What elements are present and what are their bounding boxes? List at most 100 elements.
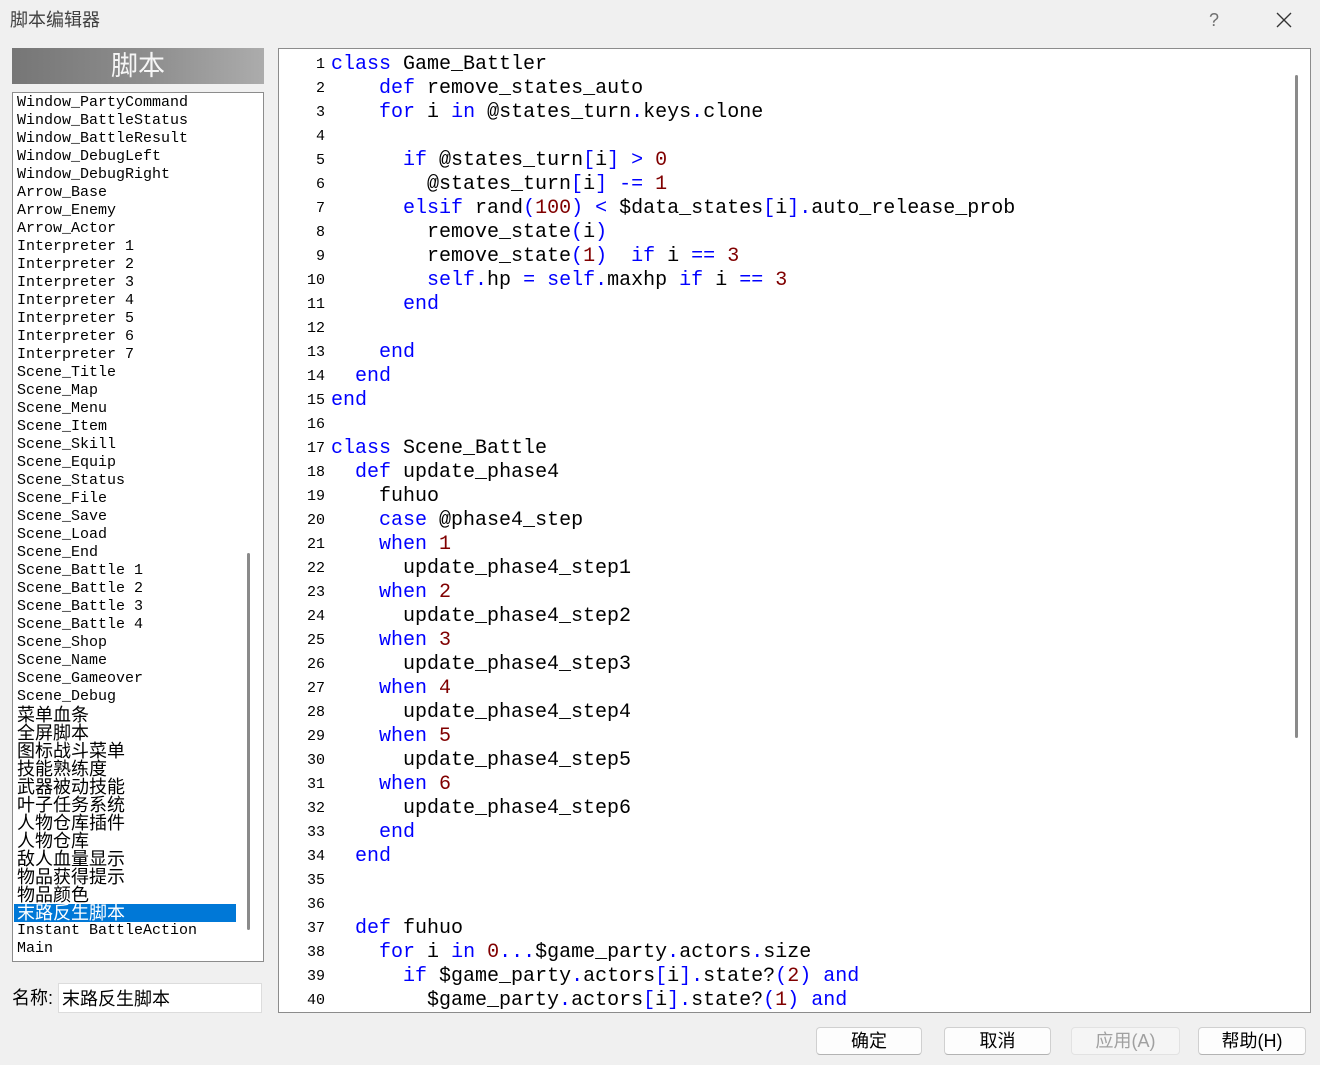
code-line[interactable]: 14 end [279,365,1294,389]
script-list[interactable]: Window_PartyCommand Window_BattleStatus Wi… [12,92,264,962]
script-list-item[interactable]: Scene_Debug [14,688,236,706]
code-text[interactable]: when 3 [331,629,451,653]
script-list-item[interactable]: Scene_Map [14,382,236,400]
code-text[interactable]: update_phase4_step2 [331,605,631,629]
code-text[interactable]: end [331,389,367,413]
code-line[interactable]: 28 update_phase4_step4 [279,701,1294,725]
script-list-item[interactable]: 人物仓库插件 [14,814,236,832]
script-list-item[interactable]: Scene_Status [14,472,236,490]
script-list-item[interactable]: Scene_Battle 4 [14,616,236,634]
script-list-item[interactable]: Scene_Item [14,418,236,436]
script-list-item[interactable]: Window_PartyCommand [14,94,236,112]
code-line[interactable]: 38 for i in 0...$game_party.actors.size [279,941,1294,965]
script-list-item[interactable]: Scene_Equip [14,454,236,472]
code-text[interactable]: remove_state(i) [331,221,607,245]
code-line[interactable]: 22 update_phase4_step1 [279,557,1294,581]
code-line[interactable]: 32 update_phase4_step6 [279,797,1294,821]
code-text[interactable]: when 2 [331,581,451,605]
script-list-item[interactable]: Arrow_Actor [14,220,236,238]
code-line[interactable]: 13 end [279,341,1294,365]
ok-button[interactable]: 确定 [816,1027,922,1055]
code-line[interactable]: 12 [279,317,1294,341]
code-line[interactable]: 30 update_phase4_step5 [279,749,1294,773]
code-text[interactable]: for i in @states_turn.keys.clone [331,101,763,125]
script-list-item[interactable]: Interpreter 2 [14,256,236,274]
code-text[interactable]: update_phase4_step1 [331,557,631,581]
script-list-item[interactable]: Window_DebugLeft [14,148,236,166]
script-list-scrollbar-thumb[interactable] [247,553,250,930]
code-line[interactable]: 5 if @states_turn[i] > 0 [279,149,1294,173]
code-text[interactable]: end [331,821,415,845]
code-text[interactable]: def update_phase4 [331,461,559,485]
code-text[interactable]: self.hp = self.maxhp if i == 3 [331,269,787,293]
code-line[interactable]: 19 fuhuo [279,485,1294,509]
script-list-item[interactable]: Instant BattleAction [14,922,236,940]
script-list-item[interactable]: 全屏脚本 [14,724,236,742]
script-list-item[interactable]: Scene_Name [14,652,236,670]
code-text[interactable]: when 5 [331,725,451,749]
code-text[interactable]: def fuhuo [331,917,463,941]
script-list-item[interactable]: 物品颜色 [14,886,236,904]
cancel-button[interactable]: 取消 [944,1027,1051,1055]
code-text[interactable]: class Scene_Battle [331,437,547,461]
script-list-item[interactable]: Scene_Gameover [14,670,236,688]
code-line[interactable]: 35 [279,869,1294,893]
code-line[interactable]: 25 when 3 [279,629,1294,653]
script-list-item[interactable]: Interpreter 6 [14,328,236,346]
code-line[interactable]: 6 @states_turn[i] -= 1 [279,173,1294,197]
code-line[interactable]: 15 end [279,389,1294,413]
code-line[interactable]: 9 remove_state(1) if i == 3 [279,245,1294,269]
code-text[interactable]: end [331,845,391,869]
script-list-item[interactable]: Scene_Save [14,508,236,526]
script-list-item[interactable]: Scene_Battle 2 [14,580,236,598]
code-editor[interactable]: 1 class Game_Battler 2 def remove_states_a… [278,48,1311,1013]
code-text[interactable]: end [331,341,415,365]
code-line[interactable]: 40 $game_party.actors[i].state?(1) and [279,989,1294,1012]
code-line[interactable]: 24 update_phase4_step2 [279,605,1294,629]
code-text[interactable]: class Game_Battler [331,53,547,77]
code-text[interactable]: update_phase4_step3 [331,653,631,677]
script-list-item[interactable]: Window_BattleResult [14,130,236,148]
script-list-item[interactable]: Scene_End [14,544,236,562]
script-list-item[interactable]: 叶子任务系统 [14,796,236,814]
code-line[interactable]: 27 when 4 [279,677,1294,701]
script-list-item[interactable]: 技能熟练度 [14,760,236,778]
script-list-item[interactable]: 图标战斗菜单 [14,742,236,760]
script-list-item[interactable]: Scene_Battle 1 [14,562,236,580]
code-line[interactable]: 31 when 6 [279,773,1294,797]
code-line[interactable]: 8 remove_state(i) [279,221,1294,245]
script-list-item[interactable]: 菜单血条 [14,706,236,724]
code-text[interactable]: when 4 [331,677,451,701]
script-list-item[interactable]: Arrow_Enemy [14,202,236,220]
code-text[interactable]: fuhuo [331,485,439,509]
code-text[interactable]: def remove_states_auto [331,77,643,101]
code-line[interactable]: 36 [279,893,1294,917]
code-line[interactable]: 10 self.hp = self.maxhp if i == 3 [279,269,1294,293]
code-text[interactable]: end [331,293,439,317]
script-list-item[interactable]: 物品获得提示 [14,868,236,886]
code-text[interactable]: update_phase4_step4 [331,701,631,725]
script-list-item[interactable]: Interpreter 1 [14,238,236,256]
script-list-item[interactable]: 武器被动技能 [14,778,236,796]
script-list-item[interactable]: Arrow_Base [14,184,236,202]
code-text[interactable]: when 6 [331,773,451,797]
code-line[interactable]: 4 [279,125,1294,149]
code-line[interactable]: 7 elsif rand(100) < $data_states[i].auto… [279,197,1294,221]
script-list-item[interactable]: Interpreter 3 [14,274,236,292]
code-text[interactable]: update_phase4_step5 [331,749,631,773]
apply-button[interactable]: 应用(A) [1071,1027,1180,1055]
code-text[interactable]: if @states_turn[i] > 0 [331,149,667,173]
code-line[interactable]: 29 when 5 [279,725,1294,749]
script-list-item[interactable]: 人物仓库 [14,832,236,850]
script-list-item[interactable]: Window_DebugRight [14,166,236,184]
script-list-item[interactable]: 敌人血量显示 [14,850,236,868]
name-input[interactable] [58,983,262,1013]
code-line[interactable]: 39 if $game_party.actors[i].state?(2) an… [279,965,1294,989]
code-line[interactable]: 11 end [279,293,1294,317]
code-text[interactable]: remove_state(1) if i == 3 [331,245,739,269]
script-list-item[interactable]: Interpreter 4 [14,292,236,310]
code-line[interactable]: 23 when 2 [279,581,1294,605]
script-list-item[interactable]: Scene_Load [14,526,236,544]
help-dialog-button[interactable]: 帮助(H) [1198,1027,1306,1055]
code-text[interactable]: @states_turn[i] -= 1 [331,173,667,197]
